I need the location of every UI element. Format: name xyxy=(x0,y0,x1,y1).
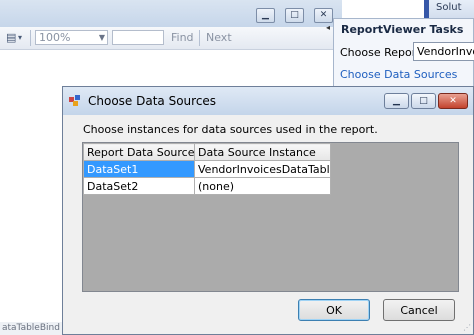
tasks-title: ReportViewer Tasks xyxy=(341,23,464,36)
chevron-down-icon: ▼ xyxy=(98,33,105,42)
data-sources-grid[interactable]: Report Data Source Data Source Instance … xyxy=(82,142,459,292)
cancel-button[interactable]: Cancel xyxy=(383,299,455,321)
maximize-icon[interactable]: □ xyxy=(411,93,436,109)
smart-tag-arrow-icon[interactable]: ◂ xyxy=(326,23,330,32)
data-sources-icon xyxy=(69,95,80,106)
choose-report-select[interactable]: VendorInvoices xyxy=(413,42,474,61)
maximize-icon[interactable]: □ xyxy=(285,8,304,23)
report-toolbar: ▤ ▾ 100% ▼ Find Next xyxy=(0,27,342,50)
dropdown-arrow-icon[interactable]: ▾ xyxy=(18,33,22,42)
solution-explorer-label: Solut xyxy=(436,2,462,13)
table-row[interactable]: DataSet1 VendorInvoicesDataTableBin... xyxy=(83,160,331,178)
data-source-instance-select[interactable]: (none) xyxy=(194,177,331,195)
ok-button[interactable]: OK xyxy=(298,299,370,321)
toolbar-separator xyxy=(30,30,31,46)
minimize-icon[interactable]: ▁ xyxy=(384,93,409,109)
toolbar-separator xyxy=(199,30,200,46)
data-source-instance-select[interactable]: VendorInvoicesDataTableBin... xyxy=(194,160,331,178)
choose-report-label: Choose Report xyxy=(340,46,421,59)
zoom-value: 100% xyxy=(39,31,71,44)
resize-grip-icon[interactable]: ⋰ xyxy=(463,323,471,332)
dialog-title: Choose Data Sources xyxy=(88,94,217,108)
header-row: Report Data Source Data Source Instance xyxy=(83,143,331,161)
report-data-source-cell[interactable]: DataSet2 xyxy=(83,177,195,195)
tab-accent xyxy=(424,0,429,18)
find-input[interactable] xyxy=(112,30,164,45)
window-titlebar: ▁ □ ✕ xyxy=(0,0,342,27)
report-data-source-cell[interactable]: DataSet1 xyxy=(83,160,195,178)
reportviewer-tasks-panel: ◂ ReportViewer Tasks Choose Report Vendo… xyxy=(326,18,474,88)
table-row[interactable]: DataSet2 (none) xyxy=(83,177,331,195)
column-header-report-data-source[interactable]: Report Data Source xyxy=(83,143,195,161)
minimize-icon[interactable]: ▁ xyxy=(256,8,275,23)
choose-data-sources-link[interactable]: Choose Data Sources xyxy=(340,68,457,81)
dialog-prompt: Choose instances for data sources used i… xyxy=(83,123,378,136)
next-button[interactable]: Next xyxy=(206,31,232,44)
close-icon[interactable]: ✕ xyxy=(314,8,333,23)
choose-data-sources-dialog: Choose Data Sources ▁ □ ✕ Choose instanc… xyxy=(62,86,474,335)
column-header-data-source-instance[interactable]: Data Source Instance xyxy=(194,143,331,161)
print-layout-icon[interactable]: ▤ xyxy=(6,31,16,44)
solution-explorer-tab[interactable]: Solut xyxy=(424,0,474,18)
dialog-titlebar[interactable]: Choose Data Sources ▁ □ ✕ xyxy=(63,87,473,115)
zoom-select[interactable]: 100% ▼ xyxy=(35,30,108,45)
find-button[interactable]: Find xyxy=(171,31,194,44)
close-icon[interactable]: ✕ xyxy=(438,93,468,109)
data-sources-table: Report Data Source Data Source Instance … xyxy=(83,143,331,195)
